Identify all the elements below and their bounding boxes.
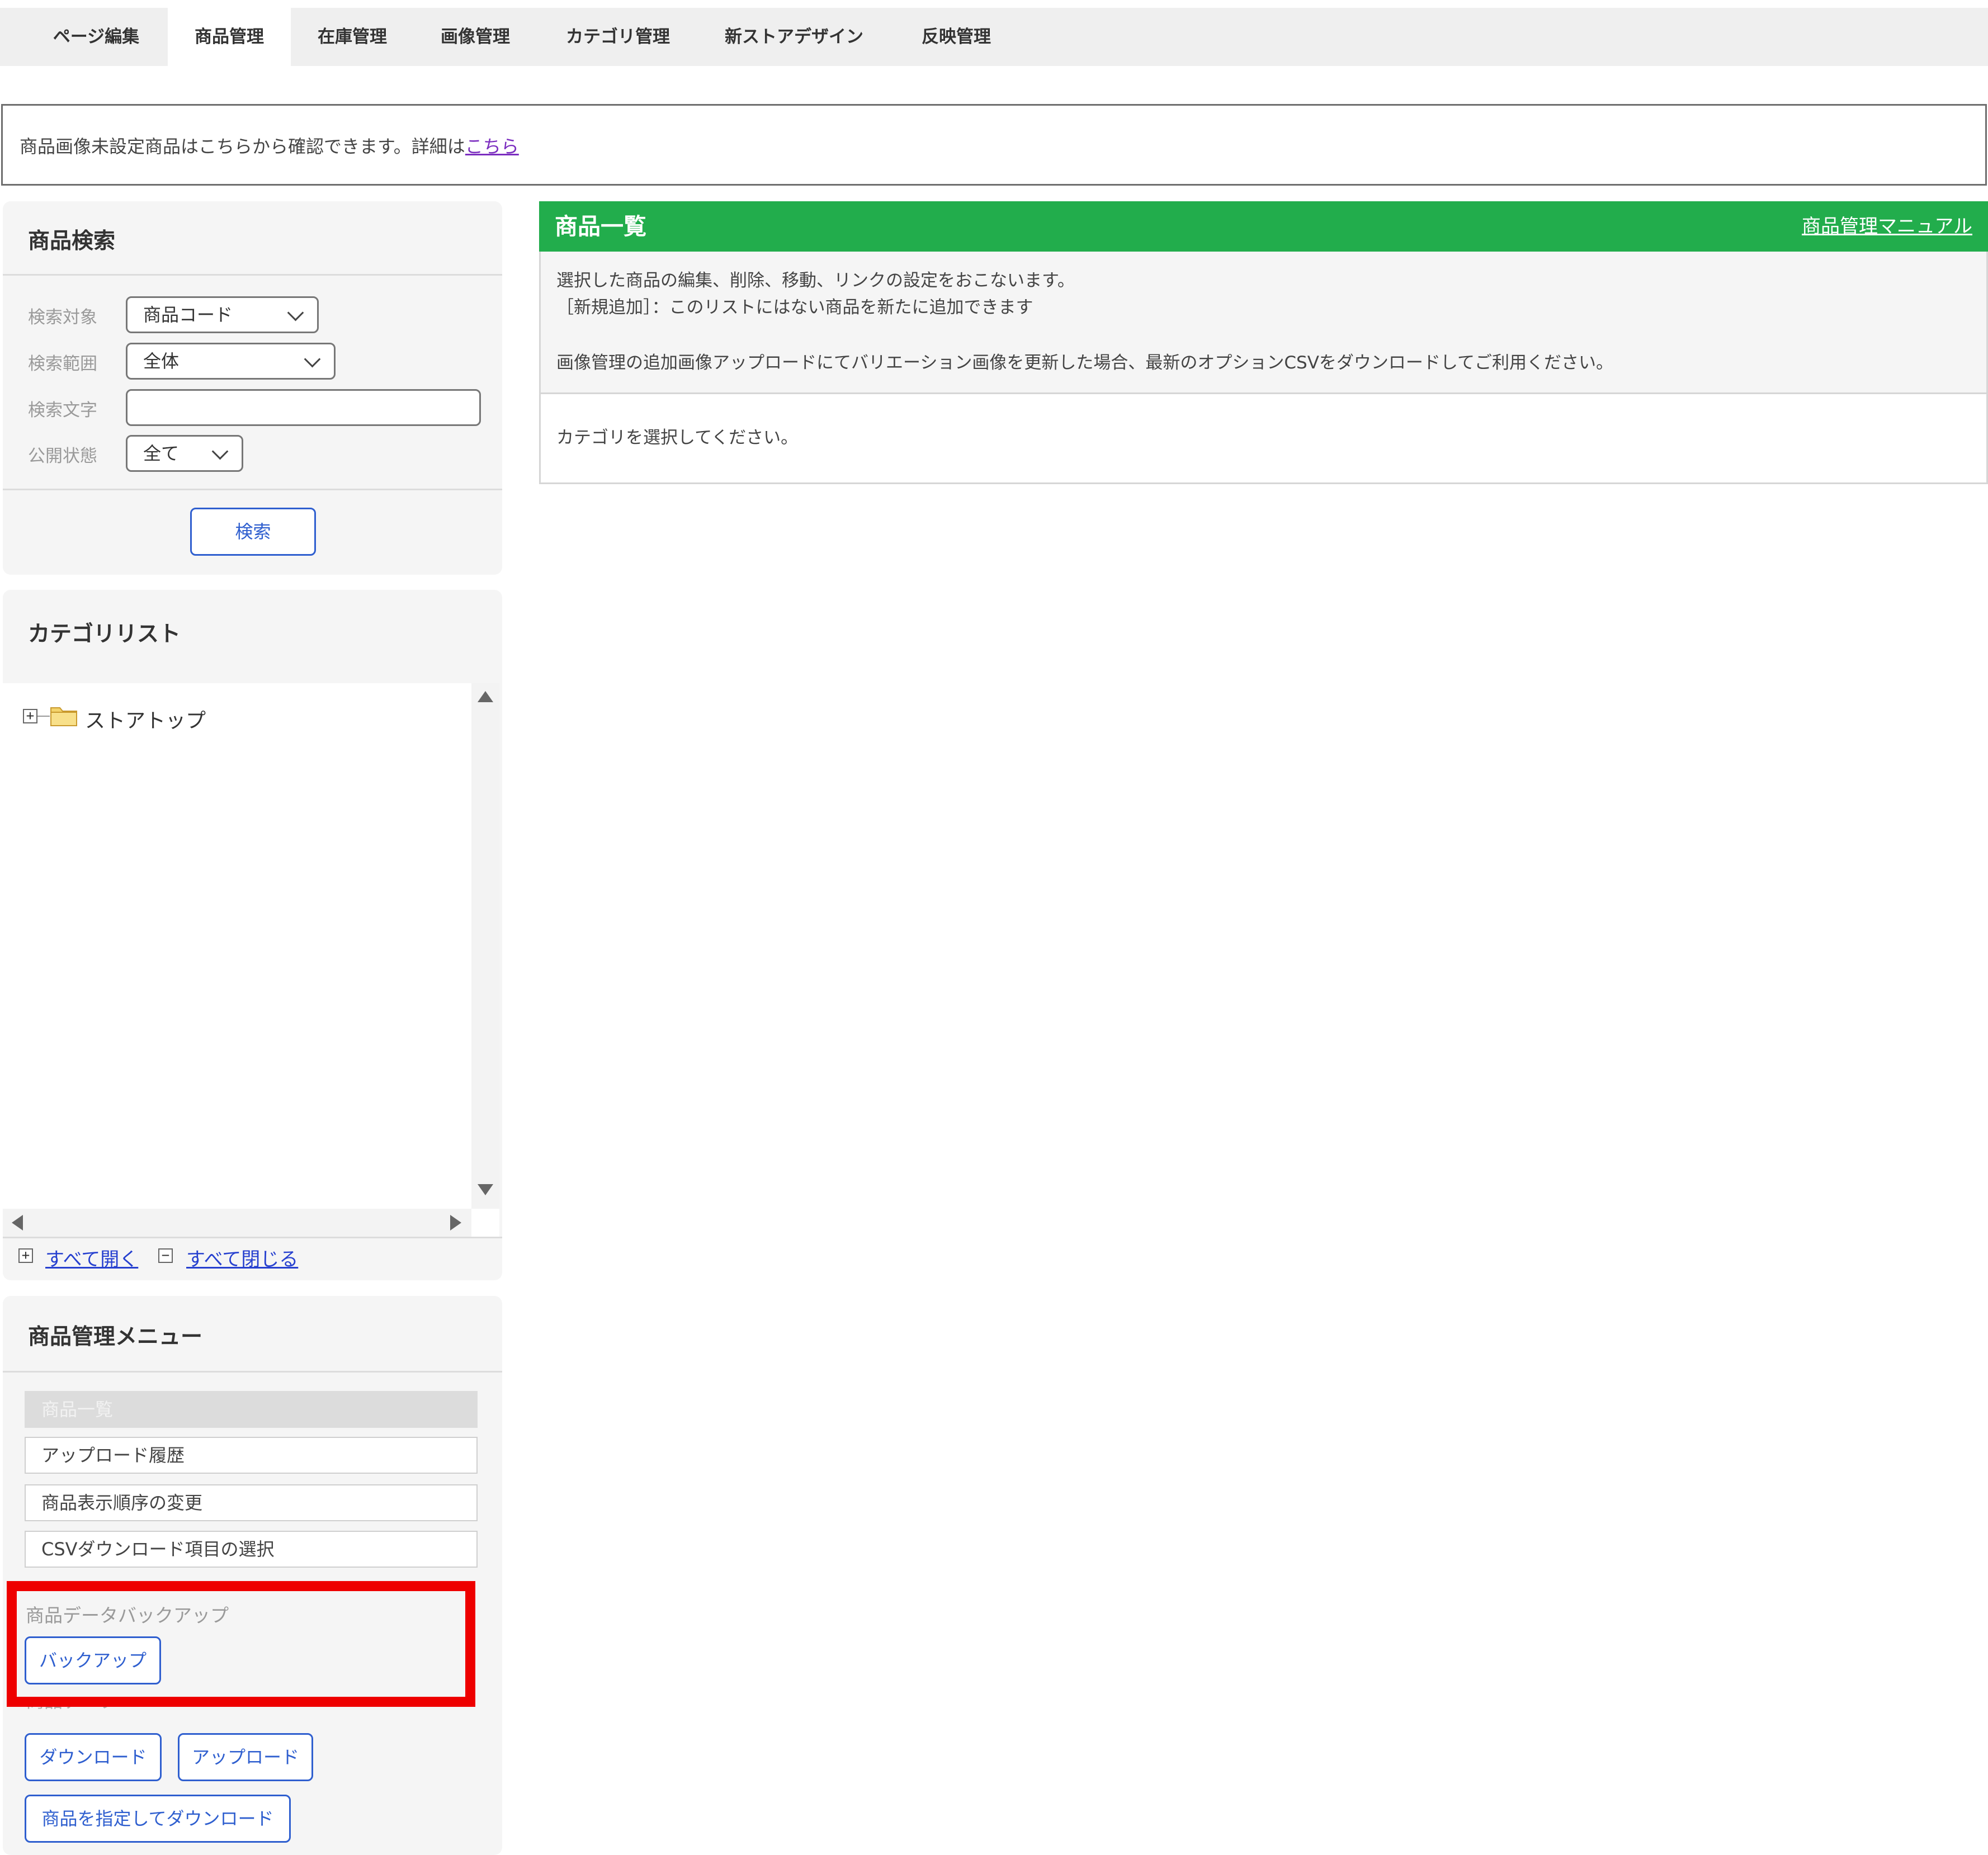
search-panel-title: 商品検索 [28, 229, 116, 254]
menu-item-product-list[interactable]: 商品一覧 [25, 1391, 478, 1428]
notice-text: 商品画像未設定商品はこちらから確認できます。詳細は [20, 136, 465, 157]
search-target-select[interactable]: 商品コード [126, 296, 319, 333]
divider [3, 1371, 502, 1373]
expand-all-link[interactable]: すべて開く [45, 1244, 138, 1271]
product-list-body: 選択した商品の編集、削除、移動、リンクの設定をおこないます。 ［新規追加］：この… [539, 252, 1988, 484]
scroll-left-icon[interactable] [12, 1215, 23, 1231]
folder-icon [50, 707, 77, 726]
download-button[interactable]: ダウンロード [25, 1733, 162, 1781]
notice-detail-link[interactable]: こちら [465, 136, 519, 157]
tab-reflection-management[interactable]: 反映管理 [889, 8, 1023, 66]
select-category-prompt: カテゴリを選択してください。 [556, 428, 799, 448]
publish-status-label: 公開状態 [28, 446, 97, 466]
divider [3, 489, 502, 490]
search-range-value: 全体 [143, 351, 180, 372]
tab-inventory-management[interactable]: 在庫管理 [291, 8, 414, 66]
tab-page-edit[interactable]: ページ編集 [25, 8, 168, 66]
product-search-panel: 商品検索 検索対象 商品コード 検索範囲 全体 検索文字 公開状態 全て 検索 [3, 201, 502, 575]
divider [3, 274, 502, 276]
menu-panel-title: 商品管理メニュー [28, 1324, 203, 1350]
desc-line-3: 画像管理の追加画像アップロードにてバリエーション画像を更新した場合、最新のオプシ… [556, 353, 1613, 373]
scroll-right-icon[interactable] [450, 1215, 461, 1231]
tree-controls: + すべて開く − すべて閉じる [3, 1238, 502, 1280]
menu-item-csv-download-fields[interactable]: CSVダウンロード項目の選択 [25, 1531, 478, 1568]
tab-category-management[interactable]: カテゴリ管理 [537, 8, 699, 66]
product-list-content: カテゴリを選択してください。 [541, 394, 1986, 482]
search-range-select[interactable]: 全体 [126, 343, 336, 380]
search-text-label: 検索文字 [28, 400, 97, 420]
product-manual-link[interactable]: 商品管理マニュアル [1802, 201, 1972, 252]
upload-button[interactable]: アップロード [178, 1733, 313, 1781]
top-tab-bar: ページ編集 商品管理 在庫管理 画像管理 カテゴリ管理 新ストアデザイン 反映管… [0, 8, 1988, 66]
search-range-label: 検索範囲 [28, 354, 97, 374]
search-button[interactable]: 検索 [190, 508, 316, 556]
scroll-down-icon[interactable] [478, 1184, 493, 1195]
product-list-header: 商品一覧 商品管理マニュアル [539, 201, 1988, 252]
chevron-down-icon [287, 304, 304, 321]
expand-all-icon[interactable]: + [18, 1248, 33, 1263]
expand-icon[interactable]: + [23, 709, 37, 723]
tree-connector [37, 716, 50, 717]
search-target-label: 検索対象 [28, 307, 97, 328]
publish-status-value: 全て [143, 443, 180, 464]
collapse-all-link[interactable]: すべて閉じる [186, 1244, 298, 1271]
specified-download-button[interactable]: 商品を指定してダウンロード [25, 1795, 291, 1843]
tab-product-management[interactable]: 商品管理 [168, 8, 291, 66]
menu-item-upload-history[interactable]: アップロード履歴 [25, 1437, 478, 1474]
highlight-box [7, 1581, 475, 1707]
menu-item-display-order[interactable]: 商品表示順序の変更 [25, 1484, 478, 1521]
search-target-value: 商品コード [143, 304, 233, 325]
search-text-input[interactable] [126, 389, 481, 426]
publish-status-select[interactable]: 全て [126, 435, 243, 472]
scroll-up-icon[interactable] [478, 691, 493, 702]
desc-line-2: ［新規追加］：このリストにはない商品を新たに追加できます [556, 297, 1033, 318]
tab-new-store-design[interactable]: 新ストアデザイン [699, 8, 889, 66]
vertical-scrollbar[interactable] [471, 683, 499, 1209]
category-root-item[interactable]: ストアトップ [85, 704, 206, 734]
tab-image-management[interactable]: 画像管理 [414, 8, 537, 66]
category-list-title: カテゴリリスト [28, 622, 181, 647]
product-list-title: 商品一覧 [555, 213, 646, 240]
desc-line-1: 選択した商品の編集、削除、移動、リンクの設定をおこないます。 [556, 271, 1075, 291]
notice-banner: 商品画像未設定商品はこちらから確認できます。詳細はこちら [1, 104, 1987, 186]
horizontal-scrollbar[interactable] [3, 1209, 471, 1237]
chevron-down-icon [304, 351, 321, 368]
collapse-all-icon[interactable]: − [158, 1248, 173, 1263]
chevron-down-icon [211, 443, 229, 460]
category-tree[interactable]: + ストアトップ [3, 683, 499, 1237]
